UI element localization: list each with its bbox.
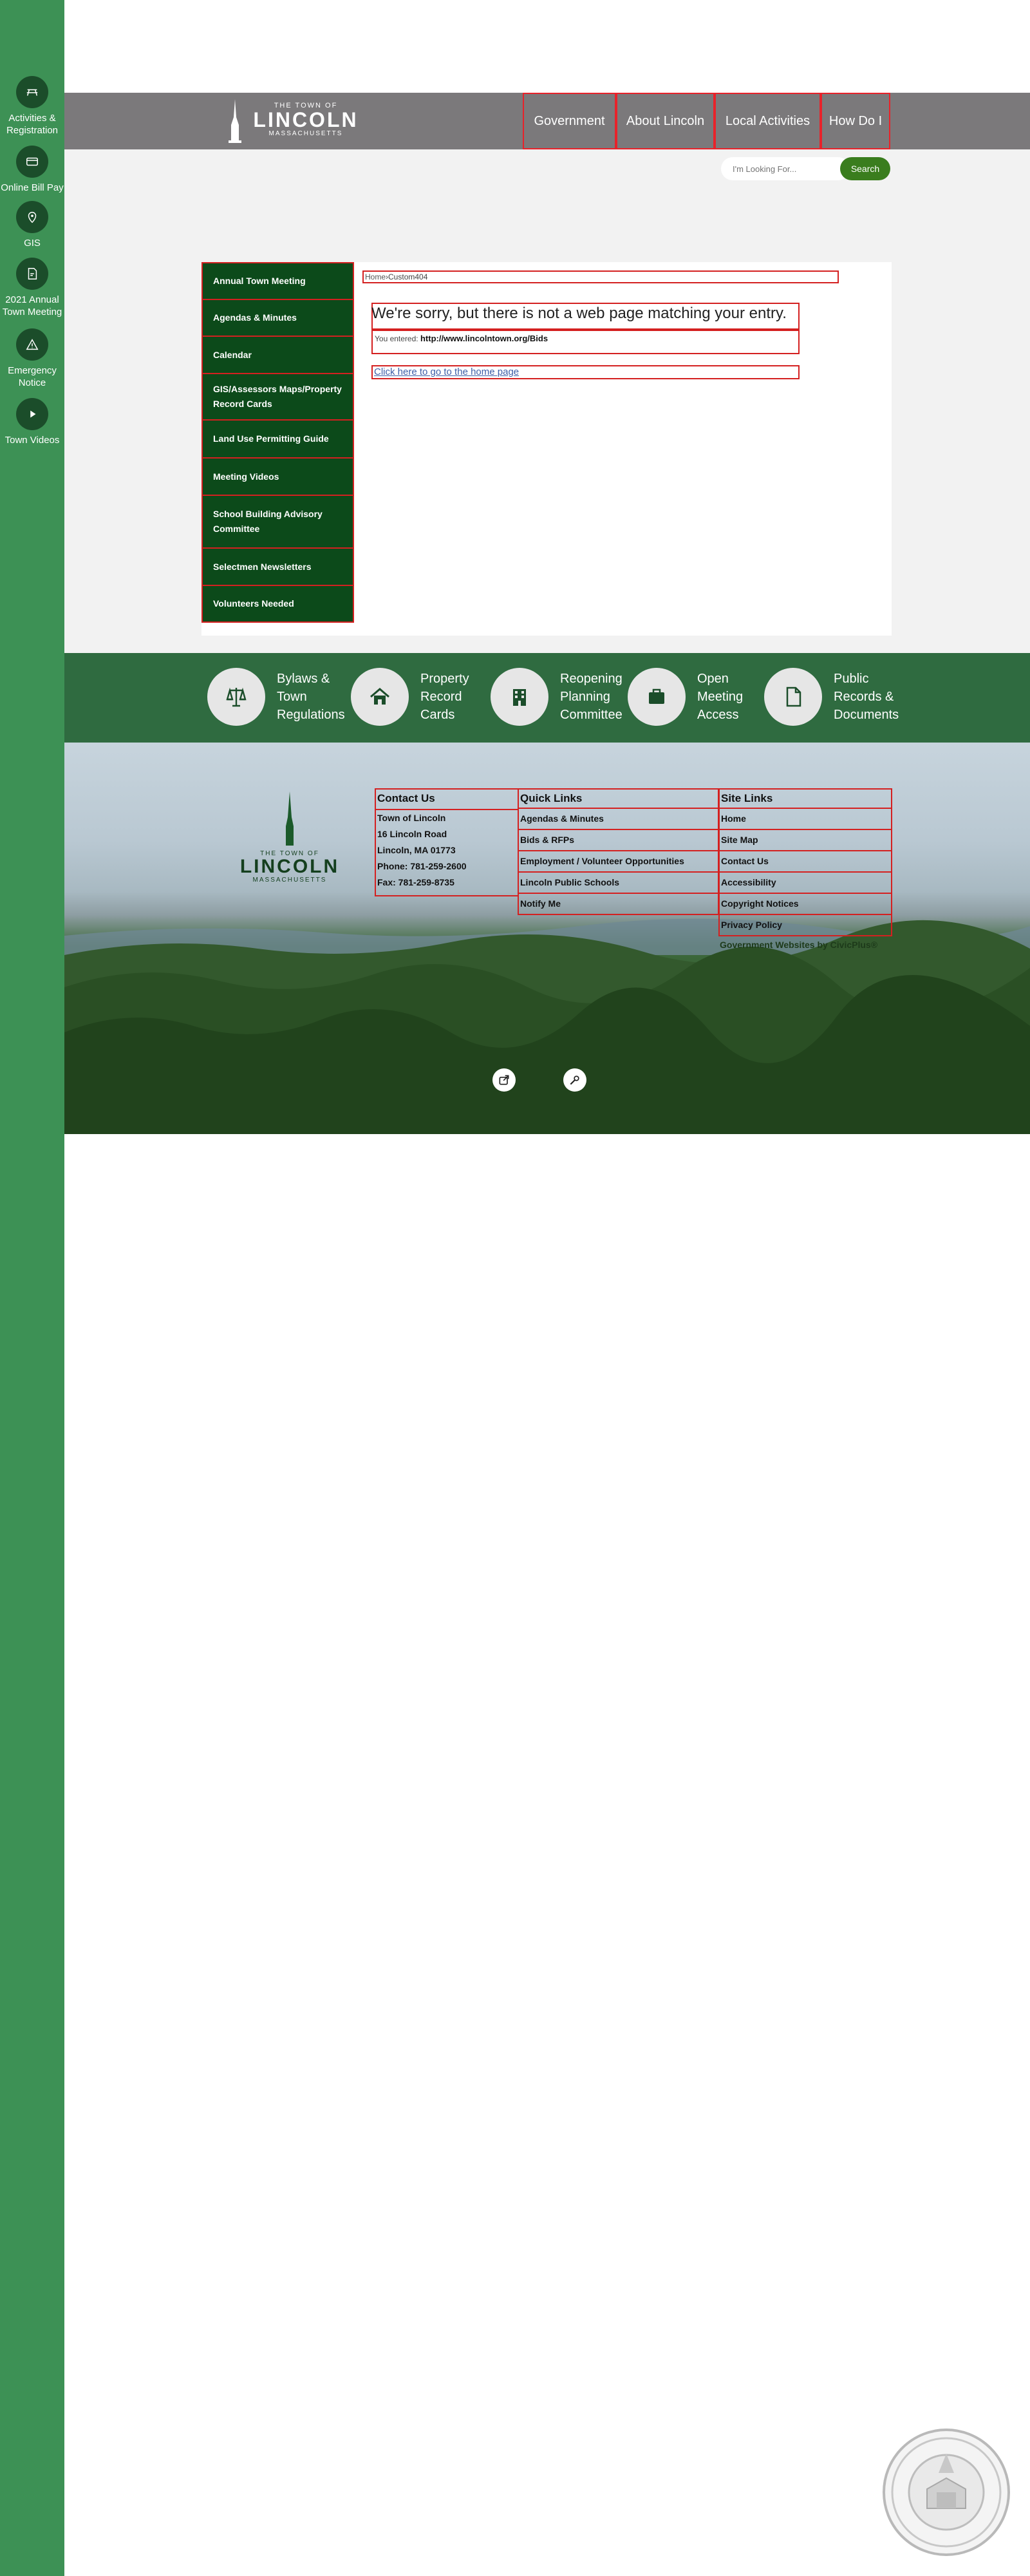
leftnav-item-calendar[interactable]: Calendar	[201, 336, 354, 374]
feature-reopening-committee[interactable]: Reopening Planning Committee	[491, 665, 632, 729]
breadcrumb-current: Custom404	[388, 272, 428, 281]
contact-line: 16 Lincoln Road	[377, 829, 447, 839]
site-link-item[interactable]: Site Map	[718, 829, 892, 851]
sidebar-item-label: Town Videos	[5, 435, 60, 446]
feature-label: Reopening Planning Committee	[560, 672, 623, 722]
leftnav-item-annual-town-meeting[interactable]: Annual Town Meeting	[201, 262, 354, 300]
page-title: We're sorry, but there is not a web page…	[371, 305, 787, 322]
contact-line: Lincoln, MA 01773	[377, 845, 456, 855]
quick-link-item[interactable]: Agendas & Minutes	[518, 808, 719, 830]
document-icon	[16, 258, 48, 290]
footer-site-links: Site Links Home Site Map Contact Us Acce…	[718, 788, 892, 958]
civicplus-link[interactable]: Government Websites by CivicPlus®	[718, 935, 892, 958]
feature-label: Public Records & Documents	[834, 672, 899, 722]
contact-line: Phone: 781-259-2600	[377, 861, 467, 871]
logo-line-3: MASSACHUSETTS	[252, 876, 327, 884]
sidebar-item-bill-pay[interactable]: Online Bill Pay	[0, 146, 64, 194]
sidebar-item-emergency[interactable]: Emergency Notice	[0, 328, 64, 389]
town-logo[interactable]: THE TOWN OF LINCOLN MASSACHUSETTS	[222, 93, 364, 149]
home-page-link[interactable]: Click here to go to the home page	[371, 365, 800, 379]
site-footer: THE TOWN OF LINCOLN MASSACHUSETTS Contac…	[64, 743, 1030, 1134]
scales-icon	[207, 668, 265, 726]
site-link-item[interactable]: Accessibility	[718, 871, 892, 894]
main-content: Annual Town Meeting Agendas & Minutes Ca…	[201, 262, 892, 636]
feature-label: Bylaws & Town Regulations	[277, 672, 345, 722]
leftnav-item-gis-maps[interactable]: GIS/Assessors Maps/Property Record Cards	[201, 373, 354, 421]
footer-logo[interactable]: THE TOWN OF LINCOLN MASSACHUSETTS	[229, 789, 351, 898]
sidebar-item-videos[interactable]: Town Videos	[0, 398, 64, 446]
entered-url-box: You entered: http://www.lincolntown.org/…	[371, 330, 800, 354]
leftnav-item-volunteers[interactable]: Volunteers Needed	[201, 585, 354, 623]
site-link-item[interactable]: Privacy Policy	[718, 914, 892, 936]
footer-contact: Contact Us Town of Lincoln 16 Lincoln Ro…	[375, 788, 519, 896]
logo-line-2: LINCOLN	[253, 108, 359, 131]
feature-bylaws[interactable]: Bylaws & Town Regulations	[207, 665, 345, 729]
entered-label: You entered:	[375, 334, 418, 343]
logo-line-2: LINCOLN	[239, 856, 340, 877]
footer-quick-links-heading: Quick Links	[518, 788, 719, 809]
sidebar-item-gis[interactable]: GIS	[0, 201, 64, 249]
sidebar-item-label: Emergency Notice	[8, 365, 57, 388]
sidebar-item-activities[interactable]: Activities & Registration	[0, 76, 64, 137]
steeple-icon	[286, 791, 294, 846]
nav-local-activities[interactable]: Local Activities	[715, 93, 821, 149]
quick-link-item[interactable]: Notify Me	[518, 893, 719, 915]
nav-how-do-i[interactable]: How Do I	[821, 93, 890, 149]
leftnav-item-land-use[interactable]: Land Use Permitting Guide	[201, 419, 354, 459]
town-seal-icon	[882, 2428, 1011, 2557]
sidebar-item-town-meeting[interactable]: 2021 Annual Town Meeting	[0, 258, 64, 318]
credit-card-icon	[16, 146, 48, 178]
sidebar-item-label: Online Bill Pay	[1, 182, 64, 193]
site-link-item[interactable]: Copyright Notices	[718, 893, 892, 915]
site-link-item[interactable]: Home	[718, 808, 892, 830]
entered-url: http://www.lincolntown.org/Bids	[420, 334, 548, 343]
map-pin-icon	[16, 201, 48, 233]
play-icon	[16, 398, 48, 430]
tools-icon[interactable]	[563, 1068, 586, 1092]
nav-government[interactable]: Government	[523, 93, 616, 149]
search-bar: Search	[721, 157, 890, 180]
feature-label: Property Record Cards	[420, 672, 469, 722]
search-button[interactable]: Search	[840, 157, 890, 180]
contact-line: Town of Lincoln	[377, 813, 446, 823]
footer-contact-heading: Contact Us	[376, 790, 518, 810]
secondary-nav: Annual Town Meeting Agendas & Minutes Ca…	[201, 262, 354, 636]
breadcrumb: Home›Custom404	[362, 270, 839, 283]
house-icon	[351, 668, 409, 726]
leftnav-item-newsletters[interactable]: Selectmen Newsletters	[201, 547, 354, 586]
feature-property-cards[interactable]: Property Record Cards	[351, 665, 480, 729]
contact-line: Fax: 781-259-8735	[377, 877, 454, 887]
breadcrumb-home-link[interactable]: Home	[365, 272, 386, 281]
site-link-item[interactable]: Contact Us	[718, 850, 892, 873]
feature-open-meeting[interactable]: Open Meeting Access	[628, 665, 756, 729]
sidebar-item-label: Activities & Registration	[6, 113, 59, 136]
nav-about-lincoln[interactable]: About Lincoln	[616, 93, 715, 149]
footer-quick-links: Quick Links Agendas & Minutes Bids & RFP…	[518, 788, 719, 915]
search-input[interactable]	[721, 157, 850, 180]
warning-icon	[16, 328, 48, 361]
quick-link-item[interactable]: Lincoln Public Schools	[518, 871, 719, 894]
leftnav-item-agendas[interactable]: Agendas & Minutes	[201, 299, 354, 337]
share-icon[interactable]	[492, 1068, 516, 1092]
feature-links-band: Bylaws & Town Regulations Property Recor…	[64, 653, 1030, 743]
briefcase-icon	[628, 668, 686, 726]
building-icon	[491, 668, 548, 726]
sidebar-item-label: GIS	[24, 238, 41, 249]
feature-label: Open Meeting Access	[697, 672, 744, 722]
quick-link-item[interactable]: Bids & RFPs	[518, 829, 719, 851]
footer-site-links-heading: Site Links	[718, 788, 892, 809]
leftnav-item-school-building[interactable]: School Building Advisory Committee	[201, 495, 354, 549]
site-header: THE TOWN OF LINCOLN MASSACHUSETTS Govern…	[64, 93, 1030, 149]
quick-link-item[interactable]: Employment / Volunteer Opportunities	[518, 850, 719, 873]
file-icon	[764, 668, 822, 726]
quick-links-sidebar: Activities & Registration Online Bill Pa…	[0, 0, 64, 2576]
picnic-table-icon	[16, 76, 48, 108]
leftnav-item-meeting-videos[interactable]: Meeting Videos	[201, 457, 354, 496]
feature-public-records[interactable]: Public Records & Documents	[764, 665, 906, 729]
sidebar-item-label: 2021 Annual Town Meeting	[2, 294, 62, 317]
